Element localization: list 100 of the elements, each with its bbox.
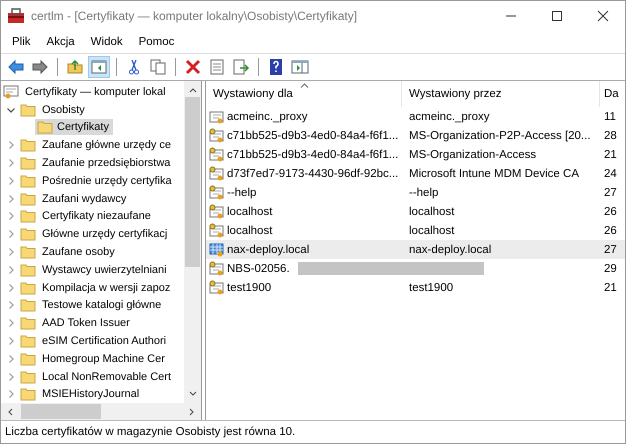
chevron-right-icon[interactable] (6, 389, 16, 400)
table-cell: MS-Organization-Access (409, 148, 536, 160)
table-row[interactable]: acmeinc._proxy acmeinc._proxy 11 (206, 107, 625, 126)
certificate-store-icon (3, 84, 19, 100)
table-cell: acmeinc._proxy (227, 110, 308, 122)
folder-icon (20, 209, 36, 224)
chevron-right-icon[interactable] (6, 282, 16, 293)
table-cell: localhost (409, 206, 454, 218)
table-row[interactable]: localhost localhost 26 (206, 221, 625, 240)
horizontal-scrollbar[interactable] (1, 403, 201, 420)
folder-icon (20, 352, 36, 366)
tree-item[interactable]: AAD Token Issuer (40, 317, 132, 330)
table-cell: 21 (604, 148, 617, 160)
chevron-right-icon[interactable] (6, 229, 16, 240)
table-cell: NBS-02056. (227, 262, 290, 274)
chevron-right-icon[interactable] (6, 354, 16, 364)
folder-icon (20, 334, 36, 348)
tree-item[interactable]: Zaufani wydawcy (40, 192, 128, 205)
chevron-right-icon[interactable] (6, 194, 16, 204)
tree-item[interactable]: eSIM Certification Authori (40, 335, 168, 348)
tree-item[interactable]: Kompilacja w wersji zapoz (40, 282, 172, 294)
chevron-right-icon[interactable] (6, 336, 16, 346)
tree-item[interactable]: Certyfikaty (35, 119, 113, 136)
tree-item[interactable]: Homegroup Machine Cer (40, 352, 167, 365)
chevron-right-icon[interactable] (6, 372, 16, 382)
table-cell: localhost (227, 224, 272, 236)
table-row[interactable]: test1900 test1900 21 (206, 278, 625, 297)
table-cell: acmeinc._proxy (409, 110, 490, 122)
chevron-right-icon[interactable] (6, 211, 16, 222)
scroll-right-icon[interactable] (189, 408, 195, 416)
table-cell: 24 (604, 168, 617, 180)
menu-item[interactable]: Widok (84, 34, 130, 50)
table-row[interactable]: --help --help 27 (206, 183, 625, 202)
folder-icon (20, 102, 36, 117)
chevron-right-icon[interactable] (6, 300, 16, 310)
folder-icon (20, 192, 36, 206)
table-row[interactable]: nax-deploy.local nax-deploy.local 27 (206, 240, 625, 259)
chevron-right-icon[interactable] (6, 140, 16, 150)
table-cell: 11 (604, 110, 616, 122)
chevron-right-icon[interactable] (6, 247, 16, 258)
folder-icon (37, 120, 53, 134)
scroll-left-icon[interactable] (7, 408, 13, 416)
folder-icon (20, 245, 36, 260)
chevron-right-icon[interactable] (6, 158, 16, 168)
table-cell: 27 (604, 244, 617, 256)
table-row[interactable]: c71bb525-d9b3-4ed0-84a4-f6f1... MS-Organization-Access 21 (206, 145, 625, 164)
chevron-right-icon[interactable] (6, 318, 16, 328)
tree-item[interactable]: Pośrednie urzędy certyfika (40, 174, 174, 187)
tree-item[interactable]: Certyfikaty — komputer lokal (23, 86, 168, 98)
table-cell: 29 (604, 262, 617, 274)
column-header[interactable]: Da (600, 81, 624, 107)
table-cell: localhost (409, 224, 454, 236)
chevron-right-icon[interactable] (6, 264, 16, 275)
table-cell: nax-deploy.local (409, 244, 492, 256)
chevron-right-icon[interactable] (6, 176, 16, 186)
tree-item[interactable]: Certyfikaty niezaufane (40, 210, 153, 222)
close-icon[interactable] (597, 10, 609, 22)
table-row[interactable]: c71bb525-d9b3-4ed0-84a4-f6f1... MS-Organization-P2P-Access [20... 28 (206, 126, 625, 145)
tree-item[interactable]: Testowe katalogi główne (40, 299, 164, 312)
table-cell: 27 (604, 186, 617, 198)
folder-icon (20, 298, 36, 312)
menu-item[interactable]: Akcja (40, 34, 82, 50)
table-row[interactable]: d73f7ed7-9173-4430-96df-92bc... Microsoft Intune MDM Device CA 24 (206, 164, 625, 183)
folder-icon (20, 156, 36, 170)
table-row[interactable]: NBS-02056. 29 (206, 259, 625, 278)
tree-item[interactable]: Zaufanie przedsiębiorstwa (40, 157, 172, 170)
status-text: Liczba certyfikatów w magazynie Osobisty jest równa 10. (5, 426, 296, 438)
table-cell: 26 (604, 206, 617, 218)
table-cell: nax-deploy.local (227, 244, 310, 256)
toolbox-icon (7, 8, 25, 24)
scroll-down-icon[interactable] (188, 391, 196, 397)
column-header[interactable]: Wystawiony dla (206, 81, 402, 107)
vertical-scrollbar[interactable] (184, 81, 201, 403)
table-cell: c71bb525-d9b3-4ed0-84a4-f6f1... (227, 130, 398, 142)
tree-item[interactable]: MSIEHistoryJournal (40, 388, 142, 400)
scroll-up-icon[interactable] (188, 87, 196, 93)
column-header[interactable]: Wystawiony przez (402, 81, 600, 107)
folder-icon (20, 316, 36, 330)
folder-icon (20, 262, 36, 277)
folder-icon (20, 227, 36, 242)
table-cell: test1900 (227, 282, 272, 294)
table-cell: d73f7ed7-9173-4430-96df-92bc... (227, 168, 398, 180)
table-cell: MS-Organization-P2P-Access [20... (409, 130, 591, 142)
tree-item[interactable]: Osobisty (40, 104, 87, 116)
tree-item[interactable]: Główne urzędy certyfikacj (40, 228, 170, 240)
table-cell: test1900 (409, 282, 454, 294)
folder-icon (20, 138, 36, 152)
folder-icon (20, 174, 36, 188)
tree-item[interactable]: Local NonRemovable Cert (40, 370, 174, 383)
table-cell: 26 (604, 224, 617, 236)
tree-item[interactable]: Wystawcy uwierzytelniani (40, 264, 169, 276)
tree-item[interactable]: Zaufane osoby (40, 246, 117, 258)
menu-item[interactable]: Pomoc (132, 34, 182, 50)
table-cell: localhost (227, 206, 272, 218)
menu-item[interactable]: Plik (5, 34, 38, 50)
tree-pane-icon[interactable] (88, 56, 110, 78)
tree-item[interactable]: Zaufane główne urzędy ce (40, 139, 174, 152)
maximize-icon[interactable] (551, 10, 563, 22)
table-row[interactable]: localhost localhost 26 (206, 202, 625, 221)
table-cell: 21 (604, 282, 617, 294)
